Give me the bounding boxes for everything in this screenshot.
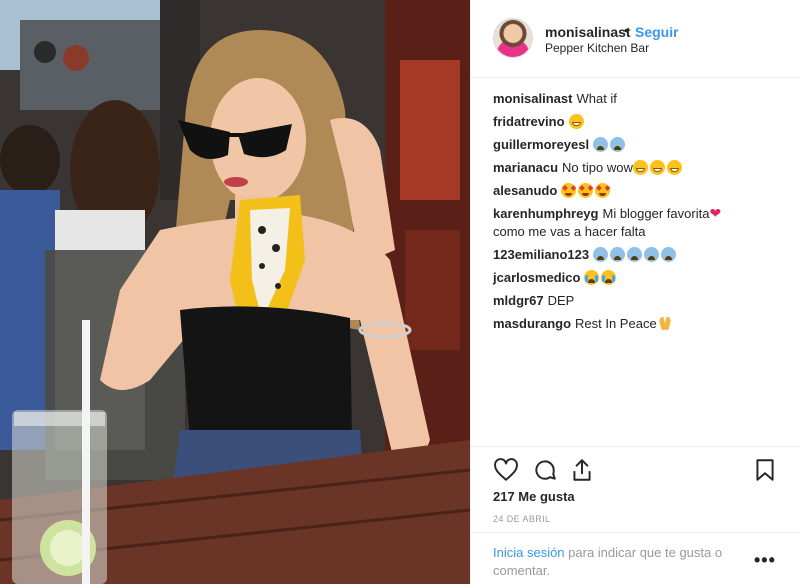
post-photo-illustration bbox=[0, 0, 470, 584]
heart-emoji-icon bbox=[709, 205, 723, 223]
grin-emoji-icon bbox=[649, 160, 665, 175]
comment-item: marianacu No tipo wow bbox=[493, 159, 783, 177]
comment-item: 123emiliano123 bbox=[493, 246, 783, 264]
post-photo bbox=[0, 0, 470, 584]
cry-emoji-icon bbox=[584, 270, 600, 285]
comment-text: DEP bbox=[547, 293, 575, 308]
sweat-emoji-icon bbox=[610, 137, 626, 152]
separator-dot: • bbox=[624, 22, 629, 38]
comment-username[interactable]: 123emiliano123 bbox=[493, 247, 589, 262]
comment-text: No tipo wow bbox=[562, 160, 633, 175]
sweat-emoji-icon bbox=[644, 247, 660, 262]
grin-emoji-icon bbox=[568, 114, 584, 129]
action-bar bbox=[471, 446, 800, 481]
star-emoji-icon bbox=[561, 183, 577, 198]
comment-username[interactable]: jcarlosmedico bbox=[493, 270, 580, 285]
comments-list: monisalinast What if fridatrevino guillermo… bbox=[493, 90, 783, 338]
sweat-emoji-icon bbox=[593, 247, 609, 262]
comment-text: Rest In Peace bbox=[575, 316, 657, 331]
share-icon[interactable] bbox=[569, 457, 595, 483]
comment-item: karenhumphreyg Mi blogger favorita como me… bbox=[493, 205, 783, 241]
comment-text: What if bbox=[576, 91, 617, 106]
sweat-emoji-icon bbox=[627, 247, 643, 262]
comment-username[interactable]: marianacu bbox=[493, 160, 558, 175]
login-footer: Inicia sesión para indicar que te gusta … bbox=[471, 532, 800, 584]
bookmark-icon[interactable] bbox=[752, 457, 778, 483]
comment-item: monisalinast What if bbox=[493, 90, 783, 108]
comment-item: guillermoreyesl bbox=[493, 136, 783, 154]
comment-item: alesanudo bbox=[493, 182, 783, 200]
post-location[interactable]: Pepper Kitchen Bar bbox=[545, 41, 649, 55]
speech-bubble-icon[interactable] bbox=[532, 457, 558, 483]
login-prompt: Inicia sesión para indicar que te gusta … bbox=[493, 544, 743, 580]
comment-username[interactable]: karenhumphreyg bbox=[493, 206, 598, 221]
post-header: monisalinast • Seguir Pepper Kitchen Bar bbox=[471, 0, 800, 78]
post-date: 24 DE ABRIL bbox=[493, 514, 551, 524]
comment-username[interactable]: monisalinast bbox=[493, 91, 572, 106]
comment-item: jcarlosmedico bbox=[493, 269, 783, 287]
comment-username[interactable]: guillermoreyesl bbox=[493, 137, 589, 152]
sweat-emoji-icon bbox=[661, 247, 677, 262]
comment-item: fridatrevino bbox=[493, 113, 783, 131]
heart-outline-icon[interactable] bbox=[493, 457, 519, 483]
grin-emoji-icon bbox=[666, 160, 682, 175]
grin-emoji-icon bbox=[632, 160, 648, 175]
comment-item: masdurango Rest In Peace bbox=[493, 315, 783, 333]
login-link[interactable]: Inicia sesión bbox=[493, 545, 565, 560]
pray-emoji-icon bbox=[657, 316, 673, 331]
follow-button[interactable]: Seguir bbox=[635, 24, 679, 40]
cry-emoji-icon bbox=[601, 270, 617, 285]
comment-username[interactable]: mldgr67 bbox=[493, 293, 544, 308]
comment-username[interactable]: alesanudo bbox=[493, 183, 557, 198]
comment-text-continued: como me vas a hacer falta bbox=[493, 224, 646, 239]
avatar[interactable] bbox=[493, 18, 533, 58]
star-emoji-icon bbox=[595, 183, 611, 198]
comment-username[interactable]: masdurango bbox=[493, 316, 571, 331]
star-emoji-icon bbox=[578, 183, 594, 198]
sweat-emoji-icon bbox=[593, 137, 609, 152]
likes-count[interactable]: 217 Me gusta bbox=[493, 489, 575, 504]
comment-item: mldgr67 DEP bbox=[493, 292, 783, 310]
sweat-emoji-icon bbox=[610, 247, 626, 262]
comment-text: Mi blogger favorita bbox=[602, 206, 710, 221]
more-options-icon[interactable]: ••• bbox=[754, 550, 776, 571]
post-details-panel: monisalinast • Seguir Pepper Kitchen Bar… bbox=[470, 0, 800, 584]
comment-username[interactable]: fridatrevino bbox=[493, 114, 565, 129]
post-author-username[interactable]: monisalinast bbox=[545, 24, 631, 40]
